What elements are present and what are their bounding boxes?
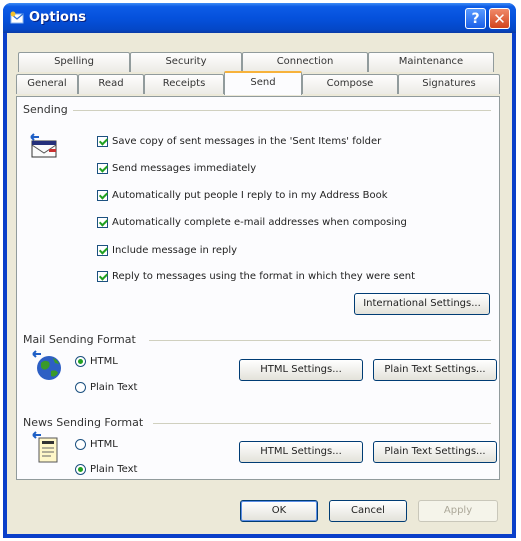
mail-format-label: Mail Sending Format	[23, 333, 136, 346]
tab-spelling[interactable]: Spelling	[18, 52, 130, 72]
tab-signatures[interactable]: Signatures	[398, 74, 500, 94]
tab-row-front: General Read Receipts Send Compose Signa…	[16, 71, 500, 95]
news-format-label: News Sending Format	[23, 416, 144, 429]
news-plain-radio[interactable]	[75, 463, 86, 475]
options-window: Options ? ✕ Spelling Security Connection…	[3, 3, 516, 538]
news-plain-settings-button[interactable]: Plain Text Settings...	[373, 441, 497, 463]
save-copy-checkbox[interactable]	[97, 135, 108, 147]
send-immediately-label: Send messages immediately	[112, 162, 257, 174]
dialog-client: Spelling Security Connection Maintenance…	[7, 33, 512, 534]
news-html-label: HTML	[90, 438, 118, 450]
mail-html-option[interactable]: HTML	[75, 353, 118, 369]
send-tab-panel: Sending Save copy of sent messages in th…	[16, 96, 500, 480]
ok-button[interactable]: OK	[240, 500, 318, 522]
tab-receipts[interactable]: Receipts	[144, 74, 224, 94]
option-include-message[interactable]: Include message in reply	[97, 242, 237, 258]
option-auto-address-book[interactable]: Automatically put people I reply to in m…	[97, 187, 388, 203]
tab-row-back: Spelling Security Connection Maintenance	[18, 52, 494, 72]
help-icon[interactable]: ?	[465, 8, 486, 29]
reply-format-label: Reply to messages using the format in wh…	[112, 270, 416, 282]
send-immediately-checkbox[interactable]	[97, 162, 108, 174]
include-message-checkbox[interactable]	[97, 244, 108, 256]
news-document-icon	[32, 431, 58, 463]
tab-maintenance[interactable]: Maintenance	[368, 52, 494, 72]
reply-format-checkbox[interactable]	[97, 270, 108, 282]
option-save-copy[interactable]: Save copy of sent messages in the 'Sent …	[97, 133, 381, 149]
tab-read[interactable]: Read	[78, 74, 144, 94]
apply-button[interactable]: Apply	[418, 500, 498, 522]
mail-html-label: HTML	[90, 355, 118, 367]
option-send-immediately[interactable]: Send messages immediately	[97, 160, 256, 176]
news-plain-label: Plain Text	[90, 463, 138, 475]
title-bar[interactable]: Options ? ✕	[3, 3, 516, 33]
auto-address-book-label: Automatically put people I reply to in m…	[112, 189, 388, 201]
mail-plain-option[interactable]: Plain Text	[75, 379, 137, 395]
tab-compose[interactable]: Compose	[302, 74, 398, 94]
mail-html-radio[interactable]	[75, 355, 86, 367]
include-message-label: Include message in reply	[112, 244, 238, 256]
mail-plain-label: Plain Text	[90, 381, 138, 393]
tab-security[interactable]: Security	[130, 52, 242, 72]
auto-address-book-checkbox[interactable]	[97, 189, 108, 201]
option-auto-complete[interactable]: Automatically complete e-mail addresses …	[97, 214, 407, 230]
tab-general[interactable]: General	[16, 74, 78, 94]
news-plain-option[interactable]: Plain Text	[75, 461, 137, 477]
news-html-radio[interactable]	[75, 438, 86, 450]
save-copy-label: Save copy of sent messages in the 'Sent …	[112, 135, 382, 147]
option-reply-format[interactable]: Reply to messages using the format in wh…	[97, 268, 415, 284]
news-format-divider	[153, 423, 491, 424]
globe-icon	[32, 350, 61, 380]
outlook-icon	[10, 11, 24, 24]
auto-complete-label: Automatically complete e-mail addresses …	[112, 216, 407, 228]
mail-plain-radio[interactable]	[75, 381, 86, 393]
tab-connection[interactable]: Connection	[242, 52, 368, 72]
tab-send[interactable]: Send	[224, 71, 302, 95]
news-html-option[interactable]: HTML	[75, 436, 118, 452]
send-mail-icon	[30, 133, 57, 158]
news-html-settings-button[interactable]: HTML Settings...	[239, 441, 363, 463]
window-title: Options	[29, 10, 86, 25]
mail-html-settings-button[interactable]: HTML Settings...	[239, 359, 363, 381]
mail-format-divider	[149, 340, 491, 341]
close-icon[interactable]: ✕	[489, 8, 510, 29]
mail-plain-settings-button[interactable]: Plain Text Settings...	[373, 359, 497, 381]
international-settings-button[interactable]: International Settings...	[354, 293, 490, 315]
cancel-button[interactable]: Cancel	[329, 500, 407, 522]
sending-divider	[73, 110, 491, 111]
auto-complete-checkbox[interactable]	[97, 216, 108, 228]
sending-group-label: Sending	[23, 103, 68, 116]
